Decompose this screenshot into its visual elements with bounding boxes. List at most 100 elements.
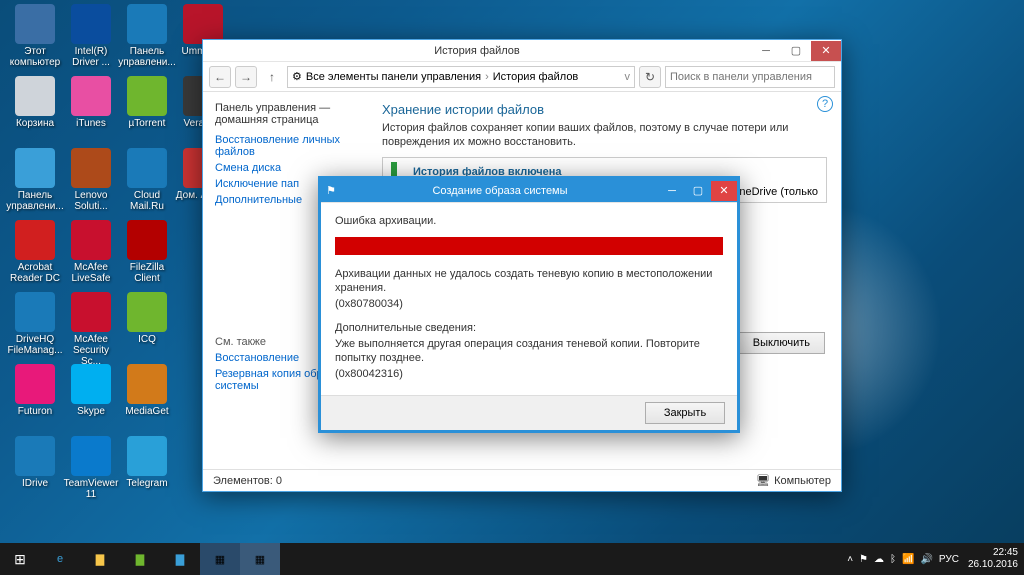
tray-onedrive-icon[interactable]: ☁	[874, 554, 884, 565]
desktop-icon-image	[15, 4, 55, 44]
computer-icon: 🖥	[756, 474, 770, 487]
dialog-minimize-button[interactable]: ─	[659, 181, 685, 201]
toolbar: ← → ↑ ⚙ Все элементы панели управления ›…	[203, 62, 841, 92]
sidebar-link-change-drive[interactable]: Смена диска	[215, 162, 356, 174]
desktop-icon-image	[127, 220, 167, 260]
desktop-icon-label: ICQ	[118, 334, 176, 345]
dialog-title: Создание образа системы	[341, 185, 659, 197]
tray-security-icon[interactable]: ⚑	[859, 554, 868, 565]
page-description: История файлов сохраняет копии ваших фай…	[382, 121, 827, 149]
breadcrumb-root[interactable]: Все элементы панели управления	[306, 71, 481, 83]
desktop-icon[interactable]: McAfee Security Sc...	[62, 292, 120, 367]
desktop-icon-image	[71, 364, 111, 404]
desktop-icon-image	[15, 220, 55, 260]
desktop-icon-label: Панель управлени...	[6, 190, 64, 212]
start-button[interactable]: ⊞	[0, 543, 40, 575]
desktop-icon[interactable]: Cloud Mail.Ru	[118, 148, 176, 212]
desktop-icon-image	[71, 4, 111, 44]
address-bar[interactable]: ⚙ Все элементы панели управления › Истор…	[287, 66, 635, 88]
desktop-icon-label: McAfee LiveSafe	[62, 262, 120, 284]
desktop-icon-image	[15, 292, 55, 332]
tray-bluetooth-icon[interactable]: ᛒ	[890, 554, 896, 565]
tray-language[interactable]: РУС	[939, 554, 959, 565]
dialog-close-button[interactable]: ✕	[711, 181, 737, 201]
desktop-icon-label: Панель управлени...	[118, 46, 176, 68]
desktop-icon-label: iTunes	[62, 118, 120, 129]
desktop-icon[interactable]: FileZilla Client	[118, 220, 176, 284]
desktop-icon[interactable]: µTorrent	[118, 76, 176, 129]
desktop-icon[interactable]: Панель управлени...	[6, 148, 64, 212]
turn-off-button[interactable]: Выключить	[738, 332, 825, 354]
desktop-icon-image	[15, 436, 55, 476]
desktop-icon[interactable]: Intel(R) Driver ...	[62, 4, 120, 68]
desktop-icon-label: DriveHQ FileManag...	[6, 334, 64, 356]
desktop-icon-label: FileZilla Client	[118, 262, 176, 284]
desktop-icon[interactable]: MediaGet	[118, 364, 176, 417]
desktop-icon-image	[15, 364, 55, 404]
tray-clock[interactable]: 22:45 26.10.2016	[968, 547, 1018, 571]
desktop-icon-image	[127, 76, 167, 116]
page-heading: Хранение истории файлов	[382, 102, 827, 117]
desktop-icon[interactable]: Futuron	[6, 364, 64, 417]
error-code-1: (0x80780034)	[335, 297, 723, 311]
desktop-icon[interactable]: IDrive	[6, 436, 64, 489]
error-title: Ошибка архивации.	[335, 215, 723, 227]
desktop-icon-label: Skype	[62, 406, 120, 417]
taskbar-ie-icon[interactable]: e	[40, 543, 80, 575]
tray-volume-icon[interactable]: 🔊	[920, 554, 932, 565]
tray-network-icon[interactable]: 📶	[902, 554, 914, 565]
minimize-button[interactable]: ─	[751, 41, 781, 61]
desktop-icon-label: Cloud Mail.Ru	[118, 190, 176, 212]
taskbar-running-2[interactable]: ▦	[240, 543, 280, 575]
system-tray: ˄ ⚑ ☁ ᛒ 📶 🔊 РУС 22:45 26.10.2016	[844, 547, 1024, 571]
dialog-close-action-button[interactable]: Закрыть	[645, 402, 725, 424]
desktop-icon[interactable]: Панель управлени...	[118, 4, 176, 68]
desktop-icon-image	[71, 292, 111, 332]
desktop-icon[interactable]: TeamViewer 11	[62, 436, 120, 500]
desktop-icon[interactable]: Lenovo Soluti...	[62, 148, 120, 212]
taskbar-explorer-icon[interactable]: ▇	[80, 543, 120, 575]
close-button[interactable]: ✕	[811, 41, 841, 61]
desktop-icon-image	[15, 76, 55, 116]
dialog-maximize-button[interactable]: ▢	[685, 181, 711, 201]
dialog-titlebar: ⚑ Создание образа системы ─ ▢ ✕	[321, 179, 737, 203]
desktop-icon-image	[127, 436, 167, 476]
app-icon: ⚑	[321, 184, 341, 197]
sidebar-link-restore[interactable]: Восстановление личных файлов	[215, 134, 356, 158]
desktop-icon[interactable]: DriveHQ FileManag...	[6, 292, 64, 356]
desktop-icon[interactable]: McAfee LiveSafe	[62, 220, 120, 284]
desktop-icon[interactable]: iTunes	[62, 76, 120, 129]
taskbar-store-icon[interactable]: ▇	[120, 543, 160, 575]
search-input[interactable]	[665, 66, 835, 88]
desktop-icon[interactable]: Acrobat Reader DC	[6, 220, 64, 284]
taskbar-app-icon[interactable]: ▇	[160, 543, 200, 575]
dialog-body: Ошибка архивации. Архивации данных не уд…	[321, 203, 737, 395]
up-button[interactable]: ↑	[261, 66, 283, 88]
refresh-button[interactable]: ↻	[639, 66, 661, 88]
desktop-icon-image	[127, 148, 167, 188]
desktop-icon[interactable]: Telegram	[118, 436, 176, 489]
taskbar: ⊞ e ▇ ▇ ▇ ▦ ▦ ˄ ⚑ ☁ ᛒ 📶 🔊 РУС 22:45 26.1…	[0, 543, 1024, 575]
status-item-count: Элементов: 0	[213, 475, 282, 487]
maximize-button[interactable]: ▢	[781, 41, 811, 61]
taskbar-running-1[interactable]: ▦	[200, 543, 240, 575]
desktop-icon[interactable]: Корзина	[6, 76, 64, 129]
desktop-icon[interactable]: Этот компьютер	[6, 4, 64, 68]
desktop-icon-label: Lenovo Soluti...	[62, 190, 120, 212]
desktop-icon-image	[71, 436, 111, 476]
desktop-icon-label: IDrive	[6, 478, 64, 489]
error-progress-bar	[335, 237, 723, 255]
desktop-icon[interactable]: Skype	[62, 364, 120, 417]
control-panel-icon: ⚙	[292, 70, 302, 83]
chevron-right-icon: ›	[485, 71, 489, 83]
tray-chevron-up-icon[interactable]: ˄	[847, 554, 853, 565]
back-button[interactable]: ←	[209, 66, 231, 88]
desktop-icon-label: McAfee Security Sc...	[62, 334, 120, 367]
forward-button[interactable]: →	[235, 66, 257, 88]
desktop-icon[interactable]: ICQ	[118, 292, 176, 345]
breadcrumb-current[interactable]: История файлов	[493, 71, 579, 83]
desktop-icon-image	[183, 4, 223, 44]
help-icon[interactable]: ?	[817, 96, 833, 112]
error-dialog: ⚑ Создание образа системы ─ ▢ ✕ Ошибка а…	[318, 176, 740, 433]
window-title: История файлов	[203, 45, 751, 57]
